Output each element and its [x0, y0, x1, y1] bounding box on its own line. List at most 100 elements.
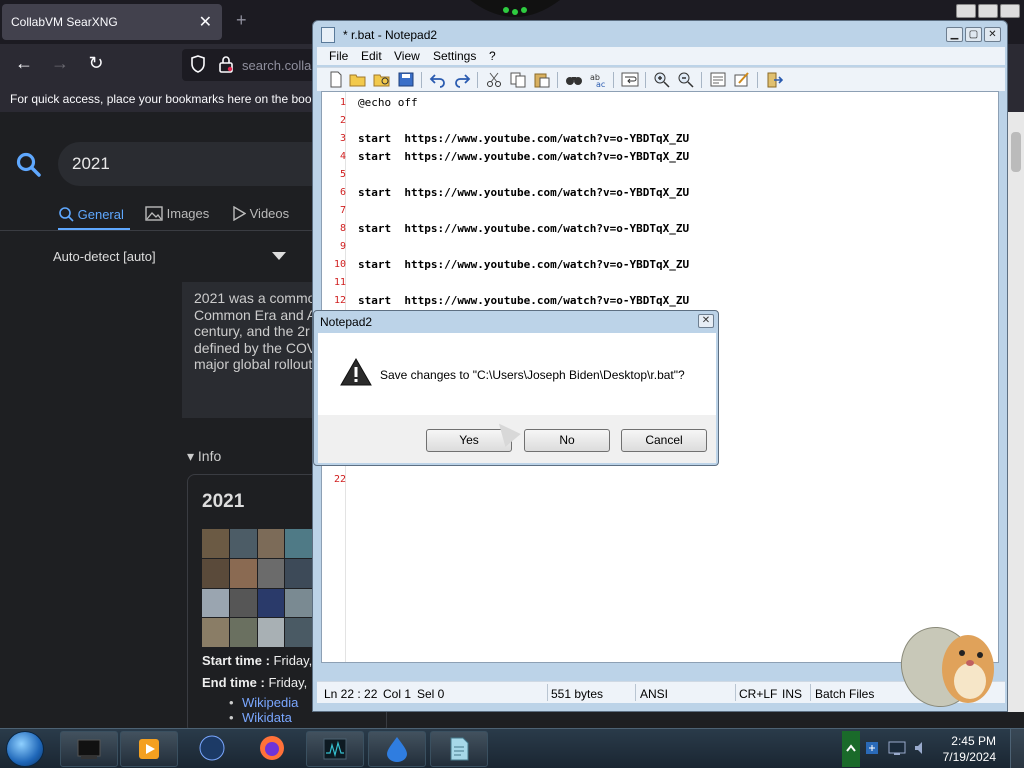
- taskbar-app[interactable]: [244, 731, 302, 767]
- search-icon[interactable]: [16, 152, 42, 178]
- menu-file[interactable]: File: [329, 49, 348, 63]
- vm-indicator-icon: [470, 0, 560, 17]
- wikidata-link[interactable]: Wikidata: [242, 710, 292, 725]
- reload-icon[interactable]: ↻: [84, 53, 108, 74]
- dialog-body: Save changes to "C:\Users\Joseph Biden\D…: [318, 333, 716, 415]
- clock[interactable]: 2:45 PM 7/19/2024: [943, 733, 996, 765]
- line-number: 8: [339, 223, 346, 234]
- line-text: https://www.youtube.com/watch?v=o-YBDTqX…: [391, 222, 690, 235]
- menu-settings[interactable]: Settings: [433, 49, 476, 63]
- maximize-icon[interactable]: [978, 4, 998, 18]
- paste-icon[interactable]: [533, 71, 551, 88]
- open-folder-icon[interactable]: [349, 71, 367, 88]
- browser-tab[interactable]: CollabVM SearXNG ✕: [2, 4, 222, 40]
- start-time-value: Friday,: [273, 653, 313, 668]
- toolbar: ab ac: [317, 67, 1005, 91]
- chevron-down-icon[interactable]: [272, 252, 286, 260]
- task-manager-icon: [323, 738, 347, 760]
- info-header[interactable]: ▾ Info: [187, 448, 221, 465]
- status-eol[interactable]: CR+LF: [739, 687, 777, 701]
- taskbar-app[interactable]: [306, 731, 364, 767]
- customize-icon[interactable]: [733, 71, 751, 88]
- taskbar-app[interactable]: [184, 731, 242, 767]
- code-line: start https://www.youtube.com/watch?v=o-…: [358, 150, 689, 163]
- close-icon[interactable]: ✕: [698, 314, 714, 328]
- taskbar-app[interactable]: [368, 731, 426, 767]
- dialog-footer: Yes No Cancel: [318, 415, 716, 463]
- find-icon[interactable]: [565, 71, 583, 88]
- taskbar-app[interactable]: [120, 731, 178, 767]
- code-line: start https://www.youtube.com/watch?v=o-…: [358, 222, 689, 235]
- menu-view[interactable]: View: [394, 49, 420, 63]
- language-select[interactable]: Auto-detect [auto]: [53, 249, 156, 264]
- tab-images[interactable]: Images: [145, 206, 209, 221]
- network-icon[interactable]: [888, 739, 906, 757]
- forward-icon[interactable]: →: [48, 53, 72, 74]
- close-icon[interactable]: [1000, 4, 1020, 18]
- bookmarks-hint: For quick access, place your bookmarks h…: [10, 92, 318, 106]
- batch-command: start: [358, 222, 392, 235]
- action-center-icon[interactable]: [864, 739, 882, 757]
- zoom-in-icon[interactable]: [653, 71, 671, 88]
- line-text: https://www.youtube.com/watch?v=o-YBDTqX…: [391, 132, 690, 145]
- scheme-icon[interactable]: [709, 71, 727, 88]
- code-line: start https://www.youtube.com/watch?v=o-…: [358, 294, 689, 307]
- tab-close-icon[interactable]: ✕: [199, 12, 212, 32]
- status-insert-mode[interactable]: INS: [782, 687, 802, 701]
- tray-expand-icon[interactable]: [842, 731, 860, 767]
- word-wrap-icon[interactable]: [621, 71, 639, 88]
- tab-label: Videos: [249, 206, 290, 221]
- replace-icon[interactable]: abac: [589, 71, 607, 88]
- image-icon: [145, 206, 163, 221]
- infobox-title: 2021: [202, 491, 245, 512]
- minimize-icon[interactable]: [956, 4, 976, 18]
- menu-edit[interactable]: Edit: [361, 49, 382, 63]
- status-encoding[interactable]: ANSI: [640, 687, 668, 701]
- line-number: 6: [339, 187, 346, 198]
- new-tab-button[interactable]: +: [236, 10, 247, 31]
- volume-icon[interactable]: [912, 739, 930, 757]
- cancel-button[interactable]: Cancel: [621, 429, 707, 452]
- back-icon[interactable]: ←: [12, 53, 36, 74]
- code-line: start https://www.youtube.com/watch?v=o-…: [358, 258, 689, 271]
- start-time-row: Start time : Friday,: [202, 653, 312, 668]
- taskbar-app[interactable]: [60, 731, 118, 767]
- tab-general[interactable]: General: [58, 206, 124, 222]
- toolbar-separator: [421, 72, 422, 88]
- search-query: 2021: [72, 154, 110, 173]
- close-icon[interactable]: ✕: [984, 27, 1001, 42]
- batch-command: start: [358, 258, 392, 271]
- clock-time: 2:45 PM: [951, 734, 996, 748]
- maximize-icon[interactable]: ▢: [965, 27, 982, 42]
- scrollbar-thumb[interactable]: [1011, 132, 1021, 172]
- lock-icon[interactable]: [218, 55, 234, 73]
- cut-icon[interactable]: [485, 71, 503, 88]
- status-lexer[interactable]: Batch Files: [815, 687, 874, 701]
- shield-icon[interactable]: [190, 55, 206, 73]
- infobox-image-collage[interactable]: [202, 529, 312, 647]
- redo-icon[interactable]: [453, 71, 471, 88]
- taskbar: 2:45 PM 7/19/2024: [0, 728, 1024, 768]
- no-button[interactable]: No: [524, 429, 610, 452]
- wikipedia-link[interactable]: Wikipedia: [242, 695, 298, 710]
- show-desktop-button[interactable]: [1010, 729, 1024, 768]
- svg-text:ac: ac: [596, 80, 605, 88]
- batch-command: start: [358, 132, 392, 145]
- page-scrollbar[interactable]: [1008, 112, 1024, 712]
- save-icon[interactable]: [397, 71, 415, 88]
- taskbar-app[interactable]: [430, 731, 488, 767]
- start-button[interactable]: [6, 731, 44, 767]
- zoom-out-icon[interactable]: [677, 71, 695, 88]
- hamster-mascot-icon: [901, 626, 994, 708]
- browse-icon[interactable]: [373, 71, 391, 88]
- toolbar-separator: [701, 72, 702, 88]
- window-title: * r.bat - Notepad2: [343, 28, 438, 42]
- menu-help[interactable]: ?: [489, 49, 496, 63]
- tab-videos[interactable]: Videos: [232, 205, 290, 222]
- undo-icon[interactable]: [429, 71, 447, 88]
- new-file-icon[interactable]: [327, 71, 345, 88]
- minimize-icon[interactable]: ▁: [946, 27, 963, 42]
- copy-icon[interactable]: [509, 71, 527, 88]
- exit-icon[interactable]: [765, 71, 783, 88]
- code-line: start https://www.youtube.com/watch?v=o-…: [358, 132, 689, 145]
